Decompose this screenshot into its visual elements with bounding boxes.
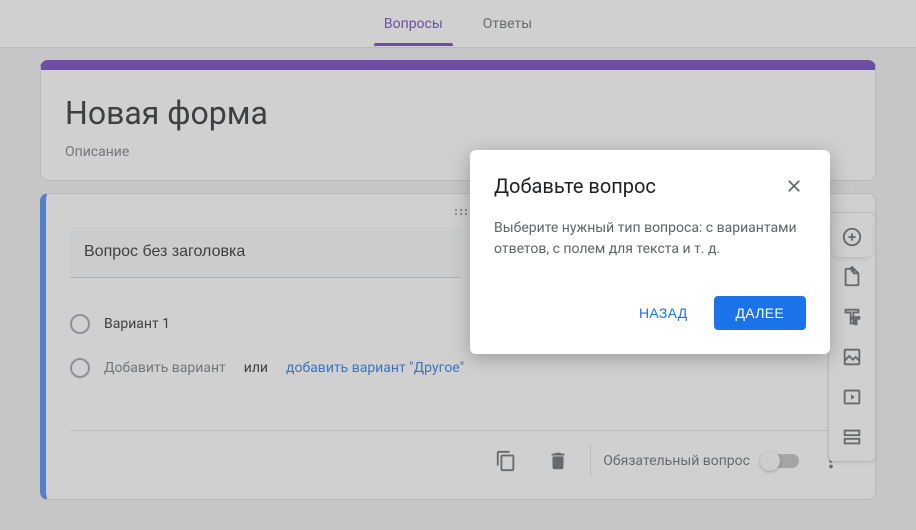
section-icon: [841, 426, 863, 448]
required-toggle[interactable]: [762, 454, 799, 468]
add-title-button[interactable]: [834, 299, 870, 335]
dialog-body: Выберите нужный тип вопроса: с вариантам…: [494, 218, 806, 260]
dialog-title: Добавьте вопрос: [494, 174, 656, 198]
tab-responses[interactable]: Ответы: [473, 2, 542, 46]
next-button[interactable]: ДАЛЕЕ: [714, 296, 807, 330]
option-label[interactable]: Вариант 1: [104, 316, 170, 332]
image-icon: [841, 346, 863, 368]
import-questions-button[interactable]: [834, 259, 870, 295]
required-label: Обязательный вопрос: [603, 453, 750, 469]
duplicate-button[interactable]: [486, 441, 526, 481]
close-button[interactable]: [782, 174, 806, 198]
form-title[interactable]: Новая форма: [65, 94, 851, 132]
add-section-button[interactable]: [834, 419, 870, 455]
close-icon: [784, 176, 804, 196]
video-icon: [841, 386, 863, 408]
add-option-button[interactable]: Добавить вариант: [104, 360, 226, 376]
back-button[interactable]: НАЗАД: [621, 296, 706, 330]
radio-icon: [70, 314, 90, 334]
divider: [590, 445, 591, 477]
text-icon: [841, 306, 863, 328]
side-toolbar: [828, 212, 876, 462]
copy-icon: [495, 450, 517, 472]
radio-icon: [70, 358, 90, 378]
tabs-bar: Вопросы Ответы: [0, 0, 916, 48]
trash-icon: [547, 450, 569, 472]
or-label: или: [244, 360, 268, 376]
tab-questions[interactable]: Вопросы: [374, 2, 453, 46]
plus-circle-icon: [841, 226, 863, 248]
add-other-button[interactable]: добавить вариант "Другое": [286, 360, 464, 376]
add-question-button[interactable]: [834, 219, 870, 255]
import-icon: [841, 266, 863, 288]
add-video-button[interactable]: [834, 379, 870, 415]
add-image-button[interactable]: [834, 339, 870, 375]
question-title-input[interactable]: [70, 227, 461, 278]
onboarding-dialog: Добавьте вопрос Выберите нужный тип вопр…: [470, 150, 830, 354]
delete-button[interactable]: [538, 441, 578, 481]
